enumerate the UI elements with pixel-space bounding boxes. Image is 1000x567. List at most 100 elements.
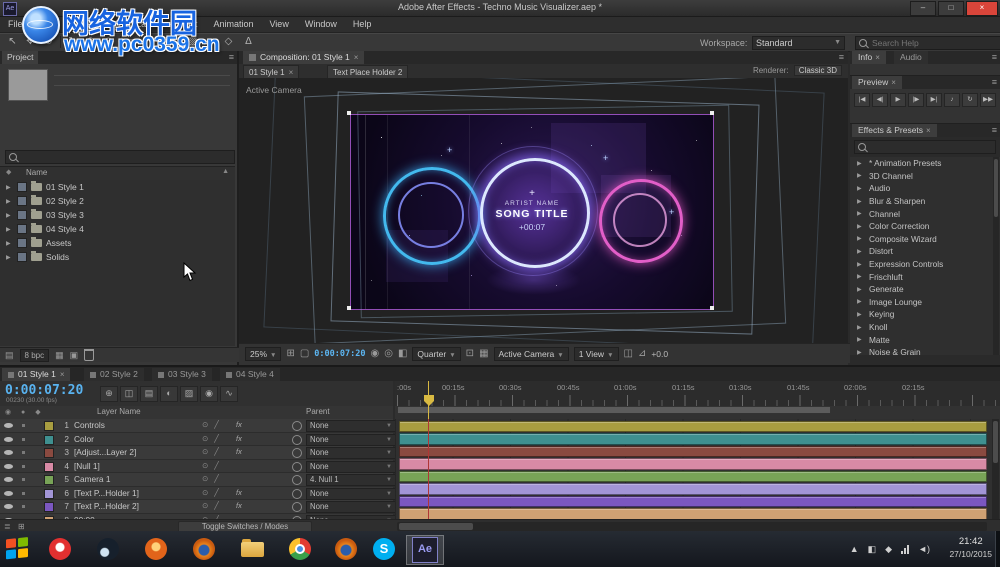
renderer-control[interactable]: Renderer: Classic 3D (753, 66, 842, 75)
file-explorer-icon[interactable] (234, 535, 270, 563)
panel-menu-icon[interactable]: ≡ (992, 124, 997, 137)
effects-category[interactable]: ▶Frischluft (850, 270, 1000, 283)
name-column-header[interactable]: Name (26, 168, 47, 177)
effects-category[interactable]: ▶3D Channel (850, 170, 1000, 183)
eye-icon[interactable] (4, 491, 13, 496)
layer-switches[interactable]: ⊙╱ (202, 474, 225, 483)
selection-handle[interactable] (710, 306, 714, 310)
effects-category[interactable]: ▶* Animation Presets (850, 157, 1000, 170)
timeline-options-icon[interactable]: ⊞ (18, 522, 25, 531)
resolution-select[interactable]: Quarter▼ (412, 347, 460, 361)
eye-icon[interactable] (4, 450, 13, 455)
layer-switches[interactable]: ⊙╱ (202, 447, 225, 456)
fx-badge[interactable]: fx (236, 420, 242, 429)
workspace-select[interactable]: Standard ▼ (752, 36, 845, 50)
layer-duration-bar[interactable] (399, 508, 987, 520)
pick-whip-icon[interactable] (292, 448, 302, 458)
layer-name[interactable]: [Text P...Holder 1] (74, 488, 196, 498)
layer-duration-bar[interactable] (399, 421, 987, 433)
fast-preview-icon[interactable]: ⊿ (638, 348, 646, 359)
lock-icon[interactable] (22, 424, 25, 427)
effects-category[interactable]: ▶Distort (850, 245, 1000, 258)
selection-handle[interactable] (347, 111, 351, 115)
effects-search-input[interactable] (869, 142, 992, 153)
twirl-icon[interactable]: ▶ (6, 240, 13, 247)
effects-category[interactable]: ▶Matte (850, 333, 1000, 346)
parent-column-header[interactable]: Parent (306, 407, 330, 416)
parent-select[interactable]: None▼ (306, 501, 396, 513)
camera-view-select[interactable]: Active Camera▼ (494, 347, 569, 361)
show-snapshot-icon[interactable]: ◎ (384, 348, 393, 359)
eraser-tool-icon[interactable]: ◇ (220, 35, 237, 49)
pick-whip-icon[interactable] (292, 475, 302, 485)
layer-switches[interactable]: ⊙╱ (202, 488, 225, 497)
twirl-icon[interactable]: ▶ (857, 273, 864, 280)
label-color-chip[interactable] (17, 210, 27, 220)
twirl-icon[interactable]: ▶ (857, 336, 864, 343)
close-tab-icon[interactable]: × (354, 51, 359, 64)
color-depth-button[interactable]: 8 bpc (20, 349, 50, 362)
trash-icon[interactable] (84, 349, 94, 361)
label-color-chip[interactable] (44, 448, 54, 458)
pen-tool-icon[interactable]: ✎ (142, 35, 159, 49)
list-item[interactable]: ▶ 04 Style 4 (0, 222, 235, 236)
label-color-chip[interactable] (44, 502, 54, 512)
stamp-tool-icon[interactable]: ◐ (202, 35, 219, 49)
project-search-box[interactable] (5, 150, 235, 164)
ram-preview-button[interactable]: ▶▶ (980, 93, 996, 107)
tab-audio[interactable]: Audio (894, 51, 928, 64)
label-color-chip[interactable] (17, 238, 27, 248)
close-tab-icon[interactable]: × (289, 67, 294, 78)
lock-icon[interactable] (22, 478, 25, 481)
scrollbar[interactable] (992, 419, 999, 519)
label-color-chip[interactable] (17, 252, 27, 262)
parent-select[interactable]: None▼ (306, 447, 396, 459)
grid-guides-icon[interactable]: ⊞ (286, 348, 294, 359)
network-icon[interactable] (901, 545, 909, 554)
panel-menu-icon[interactable]: ≡ (992, 51, 997, 64)
menu-file[interactable]: File (0, 17, 31, 32)
expand-icon[interactable]: ≣ (4, 522, 11, 531)
start-button[interactable] (6, 537, 32, 562)
view-layout-select[interactable]: 1 View▼ (574, 347, 619, 361)
shield-icon[interactable]: ◆ (885, 544, 892, 555)
draft-3d-icon[interactable]: ▤ (140, 386, 158, 402)
effects-category[interactable]: ▶Audio (850, 182, 1000, 195)
close-tab-icon[interactable]: × (891, 76, 896, 89)
pixel-aspect-icon[interactable]: ◫ (624, 348, 633, 359)
panel-menu-icon[interactable]: ≡ (229, 51, 234, 64)
steam-icon[interactable] (90, 535, 126, 563)
eye-icon[interactable] (4, 504, 13, 509)
project-search-input[interactable] (20, 152, 231, 163)
interpret-footage-icon[interactable]: ▤ (5, 350, 14, 361)
parent-select[interactable]: None▼ (306, 434, 396, 446)
menu-view[interactable]: View (261, 17, 296, 32)
search-layers-icon[interactable]: ⊕ (100, 386, 118, 402)
eye-icon[interactable] (4, 477, 13, 482)
close-tab-icon[interactable]: × (875, 51, 880, 64)
channels-icon[interactable]: ◧ (398, 348, 407, 359)
selection-tool-icon[interactable]: ↖ (4, 35, 21, 49)
time-ruler[interactable]: :00s 00:15s 00:30s 00:45s 01:00s 01:15s … (395, 381, 1000, 407)
layer-duration-bar[interactable] (399, 446, 987, 458)
pick-whip-icon[interactable] (292, 421, 302, 431)
layer-name[interactable]: [Adjust...Layer 2] (74, 447, 196, 457)
menu-window[interactable]: Window (297, 17, 345, 32)
list-item[interactable]: ▶ 01 Style 1 (0, 180, 235, 194)
effects-category[interactable]: ▶Image Lounge (850, 296, 1000, 309)
fx-badge[interactable]: fx (236, 447, 242, 456)
layer-duration-bar[interactable] (399, 483, 987, 495)
effects-category[interactable]: ▶Keying (850, 308, 1000, 321)
twirl-icon[interactable]: ▶ (6, 254, 13, 261)
label-color-chip[interactable] (17, 224, 27, 234)
twirl-icon[interactable]: ▶ (857, 311, 864, 318)
effects-category[interactable]: ▶Knoll (850, 321, 1000, 334)
menu-help[interactable]: Help (345, 17, 380, 32)
hidden-icons-arrow[interactable]: ▲ (850, 544, 859, 554)
list-item[interactable]: ▶ Assets (0, 236, 235, 250)
rotate-tool-icon[interactable]: ↻ (64, 35, 81, 49)
composition-viewer[interactable]: Active Camera + ARTIST NAME (239, 78, 848, 343)
parent-select[interactable]: 4. Null 1▼ (306, 474, 396, 486)
work-area-bar[interactable] (397, 406, 831, 414)
twirl-icon[interactable]: ▶ (857, 324, 864, 331)
